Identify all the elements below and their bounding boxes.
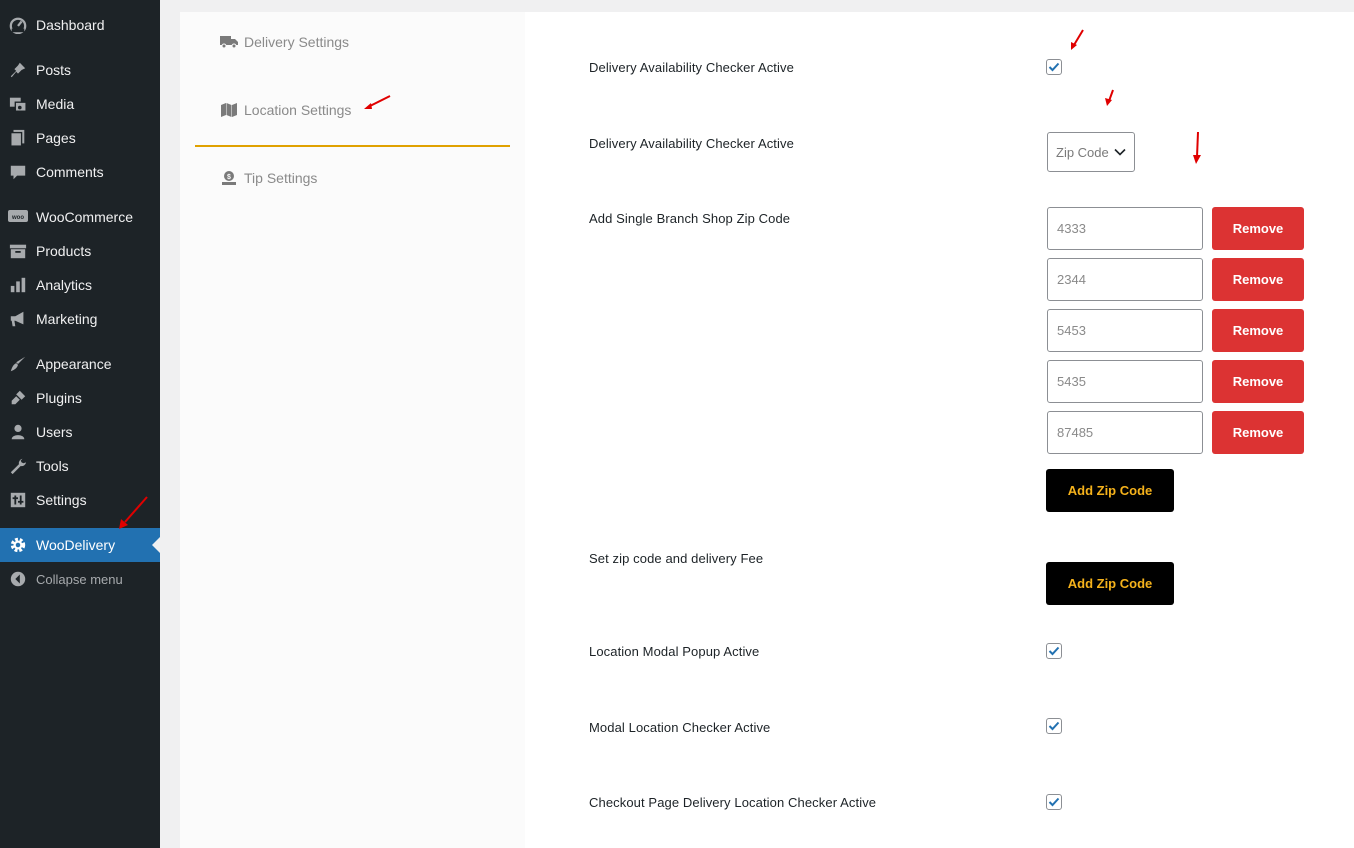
annotation-arrow <box>364 95 391 109</box>
sidebar-item-label: Users <box>36 424 73 440</box>
sidebar-item-label: Comments <box>36 164 104 180</box>
brush-icon <box>8 354 28 374</box>
pages-icon <box>8 128 28 148</box>
media-icon <box>8 94 28 114</box>
checkmark-icon <box>1048 797 1060 807</box>
collapse-menu-button[interactable]: Collapse menu <box>0 562 160 596</box>
woo-icon: woo <box>8 207 28 227</box>
tab-label: Location Settings <box>244 102 352 118</box>
checkout-checker-label: Checkout Page Delivery Location Checker … <box>589 795 877 810</box>
zip-code-input[interactable] <box>1047 309 1203 352</box>
gear-icon <box>8 535 28 555</box>
sidebar-item-label: Pages <box>36 130 76 146</box>
sidebar-item-label: Appearance <box>36 356 112 372</box>
sidebar-item-woocommerce[interactable]: woo WooCommerce <box>0 200 160 234</box>
money-hand-icon: $ <box>220 170 238 186</box>
sidebar-item-analytics[interactable]: Analytics <box>0 268 160 302</box>
archive-icon <box>8 241 28 261</box>
sidebar-item-tools[interactable]: Tools <box>0 449 160 483</box>
megaphone-icon <box>8 309 28 329</box>
annotation-arrow <box>119 496 148 529</box>
add-zip-fee-button[interactable]: Add Zip Code <box>1046 562 1174 605</box>
single-branch-zip-label: Add Single Branch Shop Zip Code <box>589 211 791 226</box>
sidebar-item-label: Media <box>36 96 75 112</box>
zip-code-input[interactable] <box>1047 411 1203 454</box>
remove-zip-button[interactable]: Remove <box>1212 207 1304 250</box>
remove-zip-button[interactable]: Remove <box>1212 309 1304 352</box>
sidebar-item-label: WooDelivery <box>36 537 116 553</box>
sidebar-item-label: Analytics <box>36 277 93 293</box>
sidebar-item-users[interactable]: Users <box>0 415 160 449</box>
sidebar-item-label: Settings <box>36 492 87 508</box>
wrench-icon <box>8 456 28 476</box>
plug-icon <box>8 388 28 408</box>
sidebar-item-label: Plugins <box>36 390 82 406</box>
checkmark-icon <box>1048 62 1060 72</box>
collapse-menu-label: Collapse menu <box>36 571 123 587</box>
settings-icon <box>8 490 28 510</box>
sidebar-item-comments[interactable]: Comments <box>0 155 160 189</box>
zip-code-input[interactable] <box>1047 207 1203 250</box>
availability-type-label: Delivery Availability Checker Active <box>589 136 794 151</box>
sidebar-item-products[interactable]: Products <box>0 234 160 268</box>
remove-zip-button[interactable]: Remove <box>1212 411 1304 454</box>
sidebar-item-label: Products <box>36 243 92 259</box>
modal-popup-checkbox[interactable] <box>1046 643 1062 659</box>
remove-zip-button[interactable]: Remove <box>1212 258 1304 301</box>
user-icon <box>8 422 28 442</box>
sidebar-item-media[interactable]: Media <box>0 87 160 121</box>
zip-code-input[interactable] <box>1047 360 1203 403</box>
sidebar-item-label: Marketing <box>36 311 98 327</box>
annotation-arrow <box>1071 29 1084 50</box>
remove-zip-button[interactable]: Remove <box>1212 360 1304 403</box>
tab-label: Tip Settings <box>244 170 318 186</box>
checkout-checker-checkbox[interactable] <box>1046 794 1062 810</box>
sidebar-item-label: Dashboard <box>36 17 105 33</box>
sidebar-item-label: WooCommerce <box>36 209 133 225</box>
settings-main: Delivery Availability Checker Active Del… <box>525 12 1354 848</box>
tab-tip-settings[interactable]: $ Tip Settings <box>220 170 317 186</box>
tab-label: Delivery Settings <box>244 34 350 50</box>
availability-checker-checkbox[interactable] <box>1046 59 1062 75</box>
tab-delivery-settings[interactable]: Delivery Settings <box>220 34 349 50</box>
sidebar-item-marketing[interactable]: Marketing <box>0 302 160 336</box>
select-value: Zip Code <box>1056 144 1109 160</box>
zip-fee-label: Set zip code and delivery Fee <box>589 551 764 566</box>
availability-checker-label: Delivery Availability Checker Active <box>589 60 794 75</box>
annotation-arrow <box>1105 89 1114 106</box>
modal-checker-label: Modal Location Checker Active <box>589 720 771 735</box>
modal-popup-label: Location Modal Popup Active <box>589 644 760 659</box>
comment-icon <box>8 162 28 182</box>
chevron-down-icon <box>1114 148 1126 156</box>
add-zip-code-button[interactable]: Add Zip Code <box>1046 469 1174 512</box>
sidebar-item-label: Posts <box>36 62 72 78</box>
pin-icon <box>8 60 28 80</box>
sidebar-item-label: Tools <box>36 458 69 474</box>
sidebar-item-dashboard[interactable]: Dashboard <box>0 8 160 42</box>
settings-tabs-panel: Delivery Settings Location Settings $ Ti… <box>180 12 525 848</box>
svg-text:woo: woo <box>11 215 24 221</box>
admin-sidebar: Dashboard Posts Media Pages Comments woo… <box>0 0 160 848</box>
active-tab-indicator <box>195 145 510 147</box>
sidebar-item-appearance[interactable]: Appearance <box>0 347 160 381</box>
sidebar-item-posts[interactable]: Posts <box>0 53 160 87</box>
modal-checker-checkbox[interactable] <box>1046 718 1062 734</box>
availability-type-select[interactable]: Zip Code <box>1047 132 1135 172</box>
truck-icon <box>220 34 238 50</box>
collapse-icon <box>8 569 28 589</box>
checkmark-icon <box>1048 646 1060 656</box>
zip-code-input[interactable] <box>1047 258 1203 301</box>
map-icon <box>220 102 238 118</box>
sidebar-item-pages[interactable]: Pages <box>0 121 160 155</box>
tab-location-settings[interactable]: Location Settings <box>220 102 351 118</box>
sidebar-item-plugins[interactable]: Plugins <box>0 381 160 415</box>
checkmark-icon <box>1048 721 1060 731</box>
svg-text:$: $ <box>227 174 231 181</box>
sidebar-item-woodelivery[interactable]: WooDelivery <box>0 528 160 562</box>
dashboard-icon <box>8 15 28 35</box>
annotation-arrow <box>1193 131 1201 164</box>
chart-icon <box>8 275 28 295</box>
